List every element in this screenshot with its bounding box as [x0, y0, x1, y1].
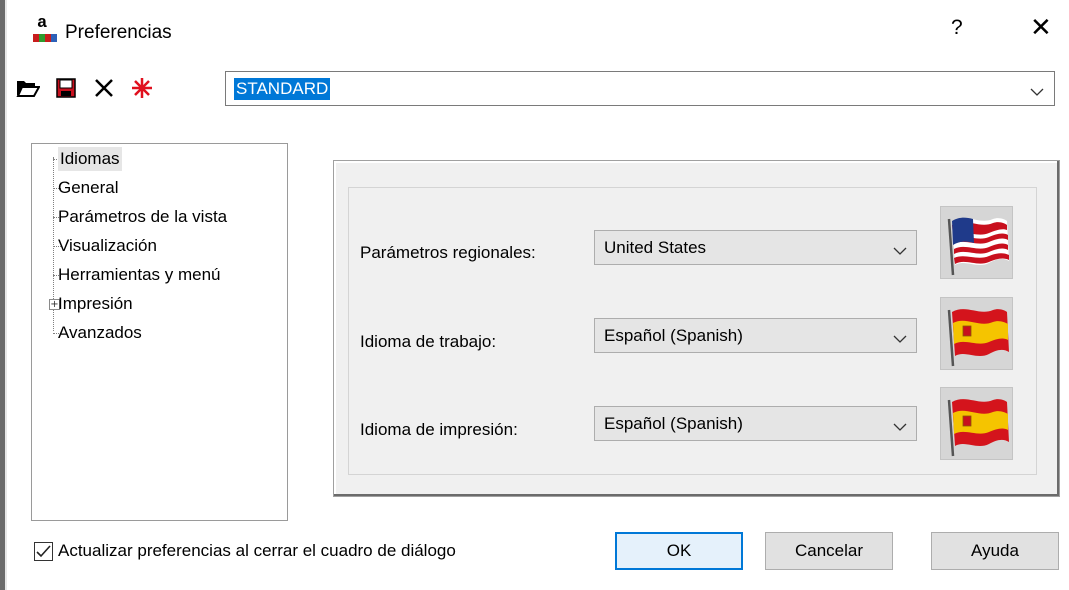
regional-settings-label: Parámetros regionales:: [360, 243, 536, 262]
cancel-button[interactable]: Cancelar: [765, 532, 893, 570]
new-profile-icon[interactable]: [130, 76, 154, 100]
tree-item-avanzados[interactable]: Avanzados: [58, 321, 142, 345]
update-prefs-checkbox-row[interactable]: Actualizar preferencias al cerrar el cua…: [34, 541, 456, 561]
print-language-label: Idioma de impresión:: [360, 420, 518, 439]
window-left-edge-highlight: [5, 0, 7, 590]
delete-icon[interactable]: [92, 76, 116, 100]
chevron-down-icon: [1030, 82, 1044, 102]
tree-item-general[interactable]: General: [58, 176, 118, 200]
tree-item-parametros-vista[interactable]: Parámetros de la vista: [58, 205, 227, 229]
update-prefs-checkbox[interactable]: [34, 541, 53, 561]
us-flag-icon: [940, 206, 1013, 279]
chevron-down-icon: [893, 241, 907, 261]
help-action-button[interactable]: Ayuda: [931, 532, 1059, 570]
update-prefs-label: Actualizar preferencias al cerrar el cua…: [58, 541, 456, 560]
ok-button[interactable]: OK: [615, 532, 743, 570]
tree-item-herramientas-menu[interactable]: Herramientas y menú: [58, 263, 221, 287]
title-bar: a Preferencias ? ✕: [7, 0, 1069, 60]
save-icon[interactable]: [54, 76, 78, 100]
tree-item-visualizacion[interactable]: Visualización: [58, 234, 157, 258]
category-tree: Idiomas General Parámetros de la vista V…: [31, 143, 288, 521]
working-language-label: Idioma de trabajo:: [360, 332, 497, 351]
print-language-value: Español (Spanish): [604, 414, 743, 433]
window-title: Preferencias: [65, 22, 172, 43]
tree-item-idiomas[interactable]: Idiomas: [58, 147, 122, 171]
print-language-dropdown[interactable]: Español (Spanish): [594, 406, 917, 441]
regional-settings-dropdown[interactable]: United States: [594, 230, 917, 265]
app-icon: a: [33, 14, 57, 43]
tree-item-impresion[interactable]: Impresión: [58, 292, 133, 316]
toolbar: [16, 70, 154, 106]
close-button[interactable]: ✕: [1030, 12, 1052, 43]
working-language-value: Español (Spanish): [604, 326, 743, 345]
profile-dropdown-value: STANDARD: [234, 78, 331, 100]
spain-flag-icon: [940, 297, 1013, 370]
working-language-dropdown[interactable]: Español (Spanish): [594, 318, 917, 353]
regional-settings-value: United States: [604, 238, 707, 257]
app-icon-letter: a: [37, 14, 48, 33]
profile-dropdown[interactable]: STANDARD: [225, 71, 1055, 106]
spain-flag-icon: [940, 387, 1013, 460]
open-folder-icon[interactable]: [16, 76, 40, 100]
chevron-down-icon: [893, 329, 907, 349]
chevron-down-icon: [893, 417, 907, 437]
help-button[interactable]: ?: [951, 16, 963, 40]
